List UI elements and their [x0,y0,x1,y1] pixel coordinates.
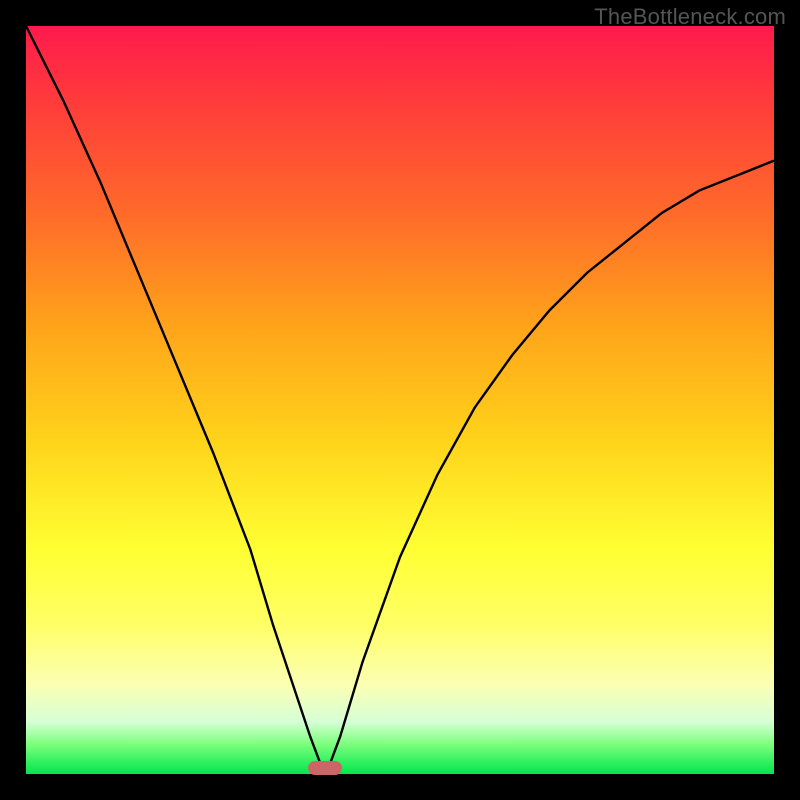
curve-line [26,26,774,774]
plot-area [26,26,774,774]
bottleneck-curve [26,26,774,774]
minimum-marker [308,761,342,775]
watermark-text: TheBottleneck.com [594,4,786,30]
chart-stage: TheBottleneck.com [0,0,800,800]
